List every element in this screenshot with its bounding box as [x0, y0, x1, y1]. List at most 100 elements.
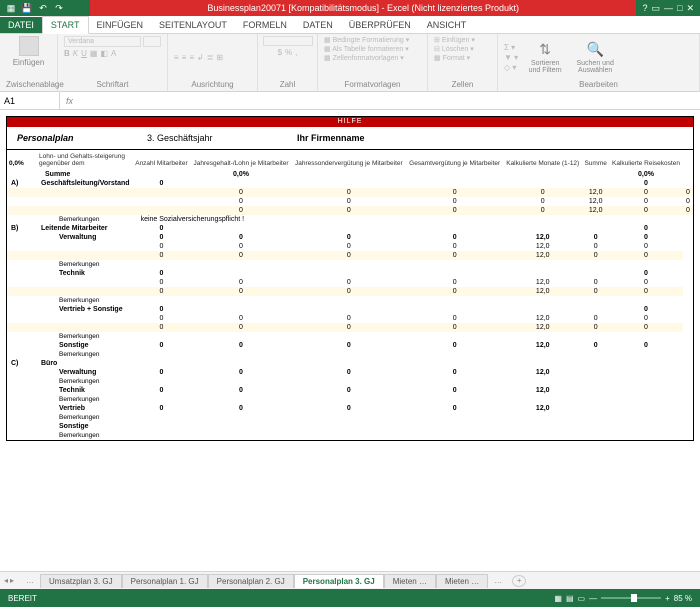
redo-icon[interactable]: ↷ [54, 3, 64, 13]
col-2: Jahresgehalt-/Lohn je Mitarbeiter [190, 150, 291, 170]
find-select-button[interactable]: 🔍 Suchen und Auswählen [572, 41, 618, 74]
undo-icon[interactable]: ↶ [38, 3, 48, 13]
col-4: Gesamtvergütung je Mitarbeiter [406, 150, 503, 170]
status-ready: BEREIT [8, 594, 37, 603]
table-row: Summe0,0%0,0% [7, 170, 693, 179]
bold-button[interactable]: B [64, 49, 70, 58]
table-row: 000012,000 [7, 206, 693, 215]
add-sheet-button[interactable]: + [512, 575, 526, 587]
sheet-tab[interactable]: Personalplan 1. GJ [122, 574, 208, 588]
group-number: $ % , Zahl [258, 34, 318, 91]
delete-cells-button[interactable]: ⊟ Löschen ▾ [434, 45, 474, 53]
wrap-text-icon[interactable]: ↲ [197, 53, 204, 62]
percent-icon[interactable]: % [285, 48, 292, 57]
find-icon: 🔍 [586, 41, 603, 58]
merge-icon[interactable]: ⊞ [216, 53, 223, 62]
sheet-more-right[interactable]: … [488, 576, 508, 585]
sheet-tab[interactable]: Personalplan 2. GJ [208, 574, 294, 588]
window-title: Businessplan20071 [Kompatibilitätsmodus]… [90, 3, 636, 13]
sheet-nav: ◂ ▸ [4, 576, 20, 585]
cond-format-button[interactable]: ▦ Bedingte Formatierung ▾ [324, 36, 409, 44]
tab-view[interactable]: ANSICHT [419, 17, 475, 33]
align-left-icon[interactable]: ≣ [207, 53, 214, 62]
sheet-tab[interactable]: Mieten … [384, 574, 436, 588]
tab-review[interactable]: ÜBERPRÜFEN [341, 17, 419, 33]
sheet-tabs: ◂ ▸ … Umsatzplan 3. GJPersonalplan 1. GJ… [0, 571, 700, 589]
formula-input[interactable] [79, 96, 700, 106]
maximize-icon[interactable]: □ [677, 3, 682, 13]
group-editing: Σ ▾ ▼ ▾ ◇ ▾ ⇅ Sortieren und Filtern 🔍 Su… [498, 34, 700, 91]
worksheet[interactable]: HILFE Personalplan 3. Geschäftsjahr Ihr … [0, 110, 700, 571]
zoom-in[interactable]: + [665, 594, 670, 603]
tab-data[interactable]: DATEN [295, 17, 341, 33]
font-color-button[interactable]: A [111, 49, 116, 58]
table-row: Bemerkungen [7, 332, 693, 341]
tab-formulas[interactable]: FORMELN [235, 17, 295, 33]
view-break-icon[interactable]: ▭ [578, 594, 586, 603]
minimize-icon[interactable]: — [664, 3, 673, 13]
ribbon-tabs: DATEI START EINFÜGEN SEITENLAYOUT FORMEL… [0, 16, 700, 34]
sort-filter-button[interactable]: ⇅ Sortieren und Filtern [524, 41, 566, 74]
font-name-select[interactable]: Verdana [64, 36, 141, 47]
close-icon[interactable]: ✕ [686, 3, 694, 14]
zoom-out[interactable]: — [589, 594, 597, 603]
autosum-icon[interactable]: Σ ▾ [504, 43, 518, 52]
table-row: Vertrieb + Sonstige00 [7, 305, 693, 314]
align-bottom-icon[interactable]: ≡ [189, 53, 194, 62]
document-frame: HILFE Personalplan 3. Geschäftsjahr Ihr … [6, 116, 694, 441]
formula-bar: A1 fx [0, 92, 700, 110]
tab-insert[interactable]: EINFÜGEN [89, 17, 152, 33]
number-format-select[interactable] [263, 36, 313, 46]
comma-icon[interactable]: , [295, 48, 297, 57]
underline-button[interactable]: U [81, 49, 87, 58]
view-layout-icon[interactable]: ▤ [566, 594, 574, 603]
sheet-more-left[interactable]: … [20, 576, 40, 585]
view-normal-icon[interactable]: ▦ [554, 594, 562, 603]
table-row: Bemerkungen [7, 296, 693, 305]
insert-cells-button[interactable]: ⊞ Einfügen ▾ [434, 36, 475, 44]
fx-label[interactable]: fx [60, 96, 79, 106]
table-row: Bemerkungen [7, 413, 693, 422]
tab-home[interactable]: START [42, 16, 89, 34]
group-font-label: Schriftart [64, 78, 161, 89]
ribbon-options-icon[interactable]: ▭ [652, 3, 661, 14]
doc-header: Personalplan 3. Geschäftsjahr Ihr Firmen… [7, 127, 693, 150]
help-icon[interactable]: ? [642, 3, 647, 13]
sheet-nav-next[interactable]: ▸ [10, 576, 14, 585]
paste-button[interactable]: Einfügen [6, 36, 51, 67]
tab-file[interactable]: DATEI [0, 17, 42, 33]
group-number-label: Zahl [264, 78, 311, 89]
align-middle-icon[interactable]: ≡ [182, 53, 187, 62]
italic-button[interactable]: K [73, 49, 78, 58]
window-buttons: ? ▭ — □ ✕ [636, 0, 700, 16]
currency-icon[interactable]: $ [278, 48, 282, 57]
cell-styles-button[interactable]: ▦ Zellenformatvorlagen ▾ [324, 54, 404, 62]
table-row: 000012,000 [7, 323, 693, 332]
tab-pagelayout[interactable]: SEITENLAYOUT [151, 17, 235, 33]
sheet-tab[interactable]: Umsatzplan 3. GJ [40, 574, 122, 588]
format-cells-button[interactable]: ▦ Format ▾ [434, 54, 470, 62]
format-table-button[interactable]: ▦ Als Tabelle formatieren ▾ [324, 45, 409, 53]
sheet-tab[interactable]: Personalplan 3. GJ [294, 574, 384, 588]
save-icon[interactable]: 💾 [22, 3, 32, 13]
name-box[interactable]: A1 [0, 92, 60, 109]
sheet-tab[interactable]: Mieten … [436, 574, 488, 588]
border-button[interactable]: ▦ [90, 49, 98, 58]
table-row: 000012,000 [7, 188, 693, 197]
sheet-nav-prev[interactable]: ◂ [4, 576, 8, 585]
clear-icon[interactable]: ◇ ▾ [504, 63, 518, 72]
table-row: A)Geschäftsleitung/Vorstand00 [7, 179, 693, 188]
table-row: Bemerkungen [7, 431, 693, 440]
table-row: Bemerkungen [7, 350, 693, 359]
table-row: 000012,000 [7, 242, 693, 251]
table-row: Technik00 [7, 269, 693, 278]
fill-icon[interactable]: ▼ ▾ [504, 53, 518, 62]
font-size-select[interactable] [143, 36, 161, 47]
pct-value: 0,0% [9, 160, 24, 167]
align-top-icon[interactable]: ≡ [174, 53, 179, 62]
group-styles-label: Formatvorlagen [324, 78, 421, 89]
fill-color-button[interactable]: ◧ [100, 49, 108, 58]
zoom-slider[interactable] [601, 597, 661, 599]
table-row: B)Leitende Mitarbeiter00 [7, 224, 693, 233]
table-row: C)Büro [7, 359, 693, 368]
